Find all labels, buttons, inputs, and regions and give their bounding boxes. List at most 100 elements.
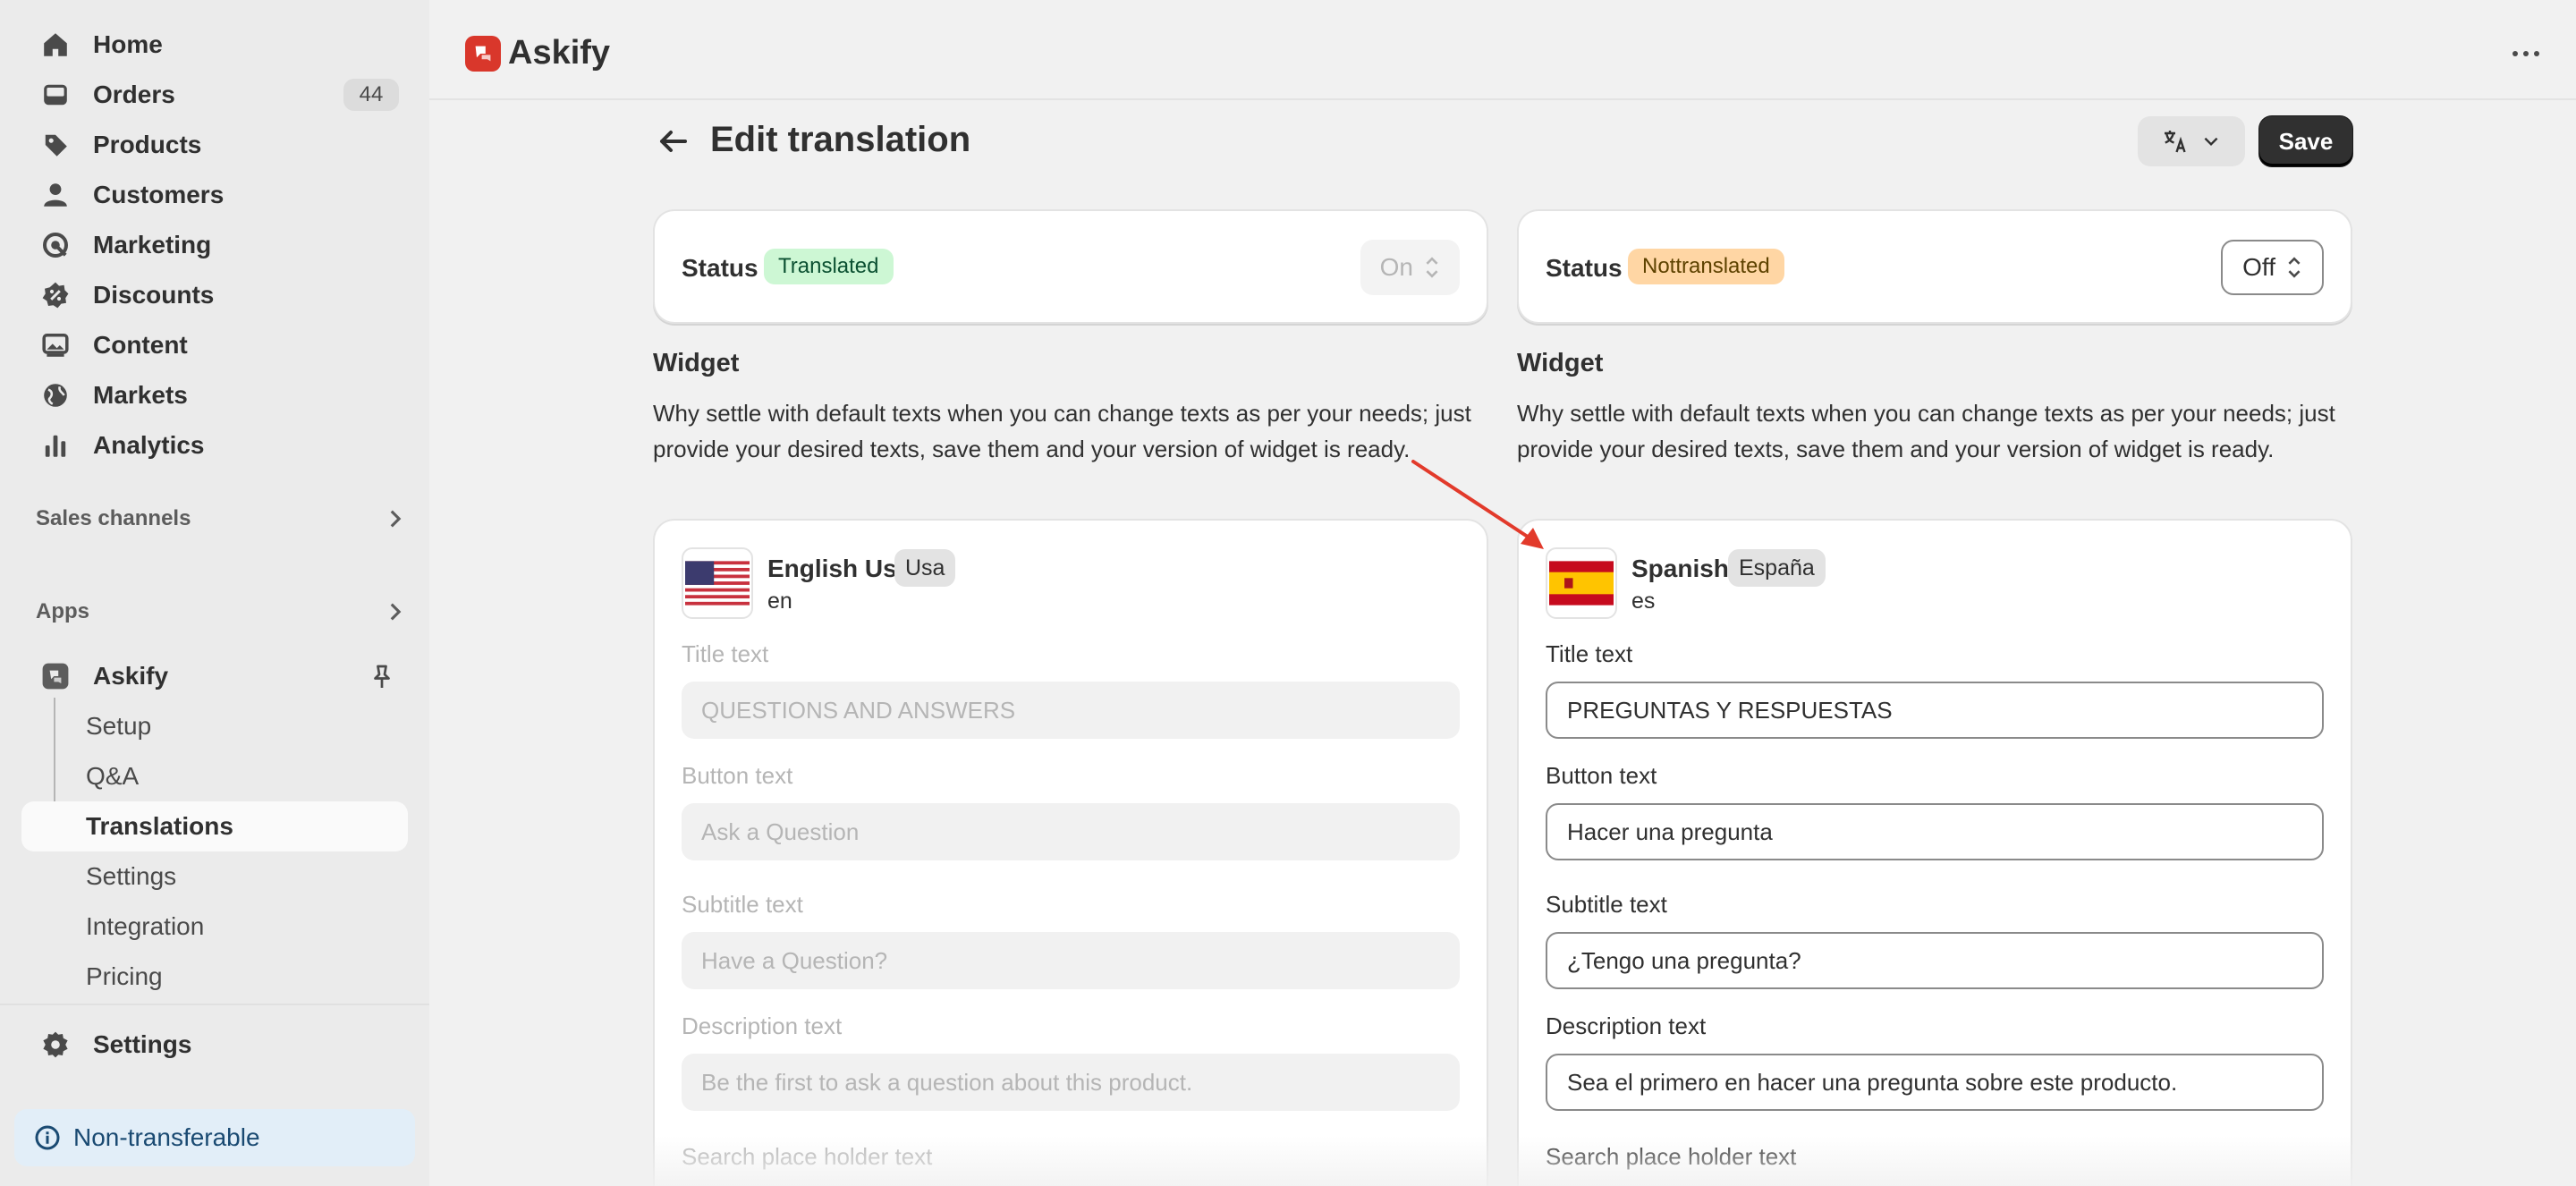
select-arrows-icon [1426,257,1438,278]
target-icon [39,229,72,261]
sales-channels-header[interactable]: Sales channels [36,501,408,537]
language-code: es [1631,589,1656,614]
apps-label: Apps [36,599,89,623]
dot-icon [2512,51,2518,56]
search-placeholder-label: Search place holder text [682,1143,933,1170]
home-icon [39,29,72,61]
language-name: English Us [767,555,897,582]
button-text-field[interactable]: Hacer una pregunta [1546,803,2324,860]
inbox-icon [39,79,72,111]
description-text-label: Description text [682,1012,843,1039]
spain-flag-icon [1546,547,1617,619]
page-title: Edit translation [710,120,971,159]
description-text-field[interactable]: Be the first to ask a question about thi… [682,1054,1460,1111]
nav-label: Orders [93,80,175,108]
subtitle-text-label: Subtitle text [682,891,803,918]
nav-markets[interactable]: Markets [21,372,408,419]
nav-marketing[interactable]: Marketing [21,222,408,268]
apps-header[interactable]: Apps [36,594,408,630]
sub-item-integration[interactable]: Integration [21,902,408,952]
nav-analytics[interactable]: Analytics [21,422,408,469]
subtitle-text-label: Subtitle text [1546,891,1667,918]
sidebar: Home Orders 44 Products Customers Market… [0,0,429,1186]
title-text-label: Title text [682,640,769,667]
nav-customers[interactable]: Customers [21,172,408,218]
nav-products[interactable]: Products [21,122,408,168]
discount-icon [39,279,72,311]
nav-label: Discounts [93,281,215,309]
askify-logo-icon [465,36,501,72]
status-toggle-select[interactable]: On [1360,240,1460,295]
title-text-field[interactable]: QUESTIONS AND ANSWERS [682,682,1460,739]
button-text-label: Button text [682,762,793,789]
more-actions-button[interactable] [2506,36,2546,72]
status-card-spanish: Status Nottranslated Off [1519,211,2351,322]
bar-chart-icon [39,429,72,462]
chevron-right-icon [390,603,402,621]
globe-icon [39,379,72,411]
nav-label: Products [93,131,202,158]
widget-heading: Widget [653,349,740,377]
nav-content[interactable]: Content [21,322,408,369]
notice-text: Non-transferable [73,1123,260,1151]
annotation-arrow-icon [1411,460,1544,549]
status-badge: Nottranslated [1628,249,1784,284]
nav-label: Analytics [93,431,205,459]
nav-label: Settings [93,1030,192,1058]
nav-home[interactable]: Home [21,21,408,68]
nav-label: Askify [93,662,169,690]
select-arrows-icon [2288,257,2301,278]
sidebar-divider [0,1004,429,1005]
status-badge: Translated [764,249,894,284]
button-text-field[interactable]: Ask a Question [682,803,1460,860]
region-badge: Usa [894,549,956,587]
askify-app-icon [39,660,72,692]
widget-heading: Widget [1517,349,1604,377]
sub-item-label: Integration [86,912,205,940]
sub-item-pricing[interactable]: Pricing [21,952,408,1002]
chevron-down-icon [2204,137,2218,147]
save-button[interactable]: Save [2259,116,2352,166]
subtitle-text-field[interactable]: Have a Question? [682,932,1460,989]
image-icon [39,329,72,361]
widget-description: Why settle with default texts when you c… [1517,400,2335,462]
info-icon [35,1125,60,1150]
subtitle-text-field[interactable]: ¿Tengo una pregunta? [1546,932,2324,989]
nav-app-askify[interactable]: Askify [21,653,408,699]
toggle-value: Off [2242,253,2275,281]
dot-icon [2523,51,2529,56]
us-flag-icon [682,547,753,619]
nav-label: Marketing [93,231,212,258]
widget-description: Why settle with default texts when you c… [653,400,1471,462]
nav-label: Markets [93,381,188,409]
sub-item-translations[interactable]: Translations [21,801,408,851]
nav-settings[interactable]: Settings [21,1021,408,1068]
sub-item-qa[interactable]: Q&A [21,751,408,801]
nav-orders[interactable]: Orders 44 [21,72,408,118]
status-label: Status [1546,254,1623,282]
sub-item-label: Setup [86,712,152,740]
status-toggle-select[interactable]: Off [2221,240,2324,295]
title-text-field[interactable]: PREGUNTAS Y RESPUESTAS [1546,682,2324,739]
button-text-label: Button text [1546,762,1657,789]
pin-icon[interactable] [369,664,395,690]
language-card-spanish: Spanish España es Title text PREGUNTAS Y… [1519,521,2351,1186]
region-badge: España [1728,549,1826,587]
sub-item-settings[interactable]: Settings [21,851,408,902]
language-code: en [767,589,792,614]
sub-item-setup[interactable]: Setup [21,701,408,751]
nav-label: Home [93,30,163,58]
translate-menu-button[interactable] [2138,116,2245,166]
toggle-value: On [1379,253,1413,281]
back-arrow-icon[interactable] [655,123,691,159]
description-text-label: Description text [1546,1012,1707,1039]
translate-icon [2165,131,2186,153]
chevron-right-icon [390,510,402,528]
app-title: Askify [508,34,611,72]
status-card-english: Status Translated On [655,211,1487,322]
sales-channels-label: Sales channels [36,506,191,530]
dot-icon [2534,51,2539,56]
non-transferable-notice[interactable]: Non-transferable [14,1109,415,1166]
nav-discounts[interactable]: Discounts [21,272,408,318]
description-text-field[interactable]: Sea el primero en hacer una pregunta sob… [1546,1054,2324,1111]
